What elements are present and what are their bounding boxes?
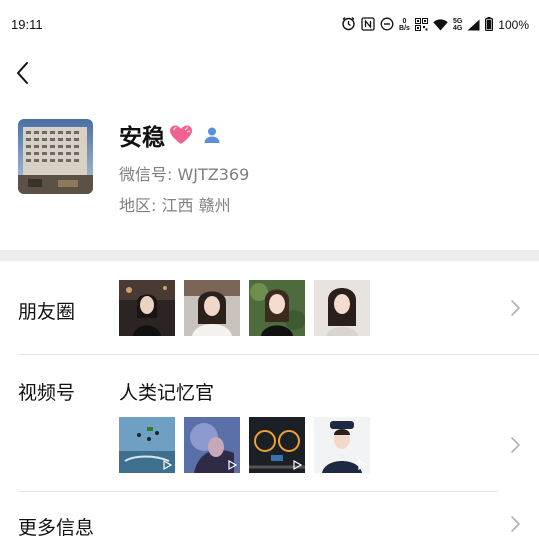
play-icon [293, 460, 302, 470]
moments-label: 朋友圈 [18, 301, 76, 323]
chevron-right-icon [511, 516, 520, 532]
status-icons: 0 B/s 5G 4G 100% [341, 15, 529, 35]
avatar[interactable] [18, 119, 93, 194]
network-type-top: 5G [452, 18, 463, 25]
network-type-bottom: 4G [452, 25, 463, 32]
moments-thumbnails [119, 280, 370, 336]
more-info-label: 更多信息 [18, 517, 95, 539]
channel-video-2 [184, 417, 240, 473]
play-icon [358, 460, 367, 470]
channel-name: 人类记忆官 [119, 382, 215, 404]
signal-icon [467, 16, 480, 35]
moments-photo-2 [184, 280, 240, 336]
back-button[interactable] [12, 60, 36, 86]
contact-icon [203, 126, 221, 144]
chevron-right-icon [511, 300, 520, 316]
channel-video-3 [249, 417, 305, 473]
status-bar: 19:11 0 B/s 5G 4G 100% [0, 0, 539, 50]
channels-label: 视频号 [18, 382, 76, 404]
network-speed: 0 B/s [399, 18, 410, 32]
nfc-icon [361, 16, 375, 35]
battery-level: 100% [498, 18, 529, 32]
moments-photo-1 [119, 280, 175, 336]
status-time: 19:11 [11, 17, 43, 32]
wechat-id: 微信号: WJTZ369 [119, 165, 250, 184]
moments-photo-4 [314, 280, 370, 336]
channel-video-4 [314, 417, 370, 473]
play-icon [163, 460, 172, 470]
heart-emoji-icon [169, 124, 193, 146]
wifi-icon [433, 16, 448, 35]
channel-video-1 [119, 417, 175, 473]
net-speed-unit: B/s [399, 25, 410, 32]
nickname: 安稳 [119, 125, 165, 151]
play-icon [228, 460, 237, 470]
net-speed-value: 0 [402, 18, 407, 25]
qr-icon [414, 16, 428, 35]
moments-photo-3 [249, 280, 305, 336]
chevron-right-icon [511, 437, 520, 453]
channel-thumbnails [119, 417, 370, 473]
do-not-disturb-icon [380, 16, 394, 35]
battery-icon [485, 16, 494, 35]
chevron-left-icon [17, 62, 28, 84]
nickname-row: 安稳 [119, 120, 221, 151]
alarm-icon [341, 16, 356, 35]
region: 地区: 江西 赣州 [119, 196, 231, 215]
section-divider-band [0, 250, 539, 261]
network-type: 5G 4G [453, 18, 462, 32]
